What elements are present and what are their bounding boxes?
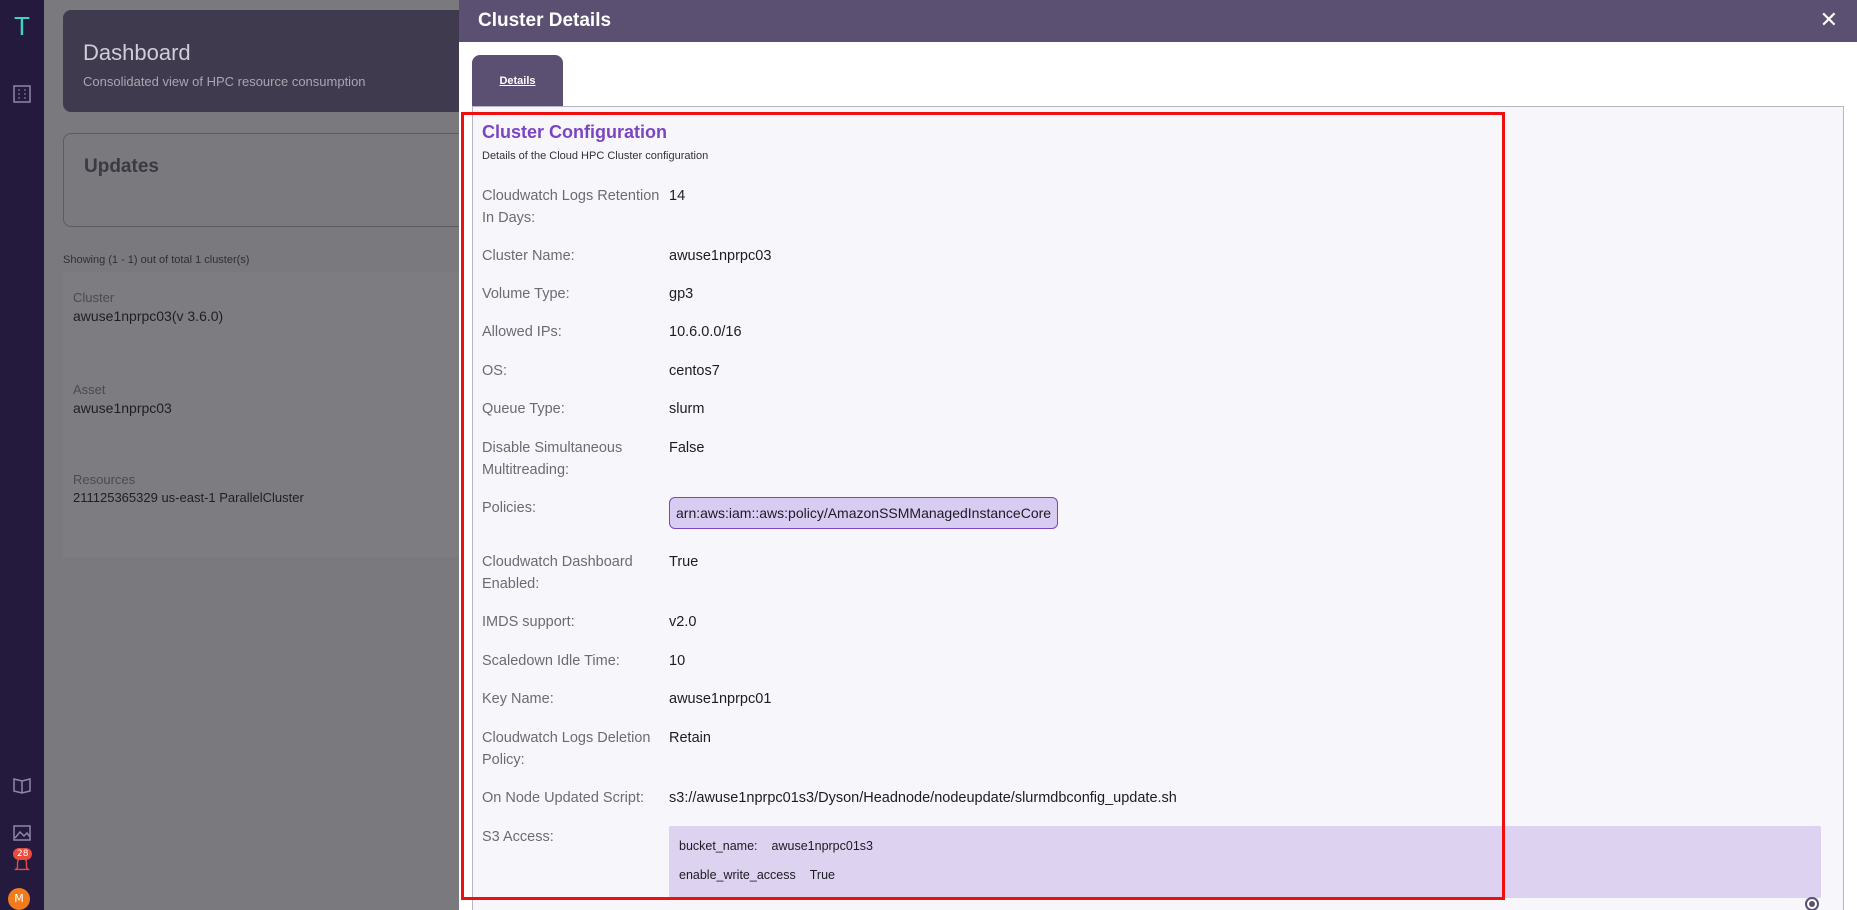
field-value: 10 <box>669 653 686 669</box>
field-value: awuse1nprpc01 <box>669 691 772 707</box>
showing-count: Showing (1 - 1) out of total 1 cluster(s… <box>63 254 250 266</box>
dashboard-card: Dashboard Consolidated view of HPC resou… <box>63 10 483 112</box>
resources-value: 211125365329 us-east-1 ParallelCluster <box>73 490 304 505</box>
field-label: Scaledown Idle Time: <box>482 653 620 669</box>
tab-details[interactable]: Details <box>472 55 563 106</box>
field-label: Cloudwatch Logs Retention In Days: <box>482 188 660 226</box>
field-value: s3://awuse1nprpc01s3/Dyson/Headnode/node… <box>669 790 1177 806</box>
tab-details-label: Details <box>499 74 536 87</box>
field-label: S3 Access: <box>482 829 554 845</box>
field-value: centos7 <box>669 363 720 379</box>
field-label: Key Name: <box>482 691 554 707</box>
asset-label: Asset <box>73 382 106 397</box>
field-label: Cloudwatch Dashboard Enabled: <box>482 554 633 592</box>
book-icon[interactable] <box>6 769 38 801</box>
field-value: gp3 <box>669 286 694 302</box>
s3-bucket-key: bucket_name: <box>679 839 758 853</box>
updates-card: Updates <box>63 133 483 227</box>
section-subtitle: Details of the Cloud HPC Cluster configu… <box>482 150 709 162</box>
field-label: Allowed IPs: <box>482 324 562 340</box>
s3-access-box: bucket_name: awuse1nprpc01s3 enable_write… <box>669 826 1821 898</box>
field-value: True <box>669 554 699 570</box>
field-label: Policies: <box>482 500 536 516</box>
field-label: On Node Updated Script: <box>482 790 645 806</box>
app-logo[interactable]: T <box>6 10 38 42</box>
cluster-value: awuse1nprpc03(v 3.6.0) <box>73 308 224 324</box>
s3-bucket-value: awuse1nprpc01s3 <box>771 839 873 853</box>
dashboard-title: Dashboard <box>83 40 191 65</box>
field-value: slurm <box>669 401 705 417</box>
nav-rail: T 28 M <box>0 0 44 910</box>
s3-write-value: True <box>809 868 835 882</box>
s3-write-key: enable_write_access <box>679 868 796 882</box>
field-value: 10.6.0.0/16 <box>669 324 742 340</box>
avatar[interactable]: M <box>8 888 30 910</box>
drawer-title: Cluster Details <box>478 10 612 31</box>
field-value: awuse1nprpc03 <box>669 248 772 264</box>
dashboard-subtitle: Consolidated view of HPC resource consum… <box>83 74 366 89</box>
building-icon[interactable] <box>6 78 38 110</box>
radio-button[interactable] <box>1805 897 1819 910</box>
field-label: Disable Simultaneous Multitreading: <box>482 440 623 478</box>
resources-label: Resources <box>73 472 136 487</box>
cluster-summary[interactable]: Cluster awuse1nprpc03(v 3.6.0) Asset awu… <box>63 272 483 557</box>
image-icon[interactable] <box>6 817 38 849</box>
close-icon[interactable]: ✕ <box>1820 10 1838 32</box>
field-label: Cluster Name: <box>482 248 575 264</box>
field-value: 14 <box>669 188 686 204</box>
field-label: Cloudwatch Logs Deletion Policy: <box>482 730 651 768</box>
cluster-label: Cluster <box>73 290 115 305</box>
field-value: Retain <box>669 730 711 746</box>
policy-tag[interactable]: arn:aws:iam::aws:policy/AmazonSSMManaged… <box>669 497 1059 529</box>
asset-value: awuse1nprpc03 <box>73 400 172 416</box>
field-label: IMDS support: <box>482 614 575 630</box>
field-value: False <box>669 440 705 456</box>
drawer-header: Cluster Details ✕ <box>459 0 1857 42</box>
updates-title: Updates <box>84 156 159 177</box>
field-label: Queue Type: <box>482 401 565 417</box>
field-label: Volume Type: <box>482 286 570 302</box>
notification-badge: 28 <box>13 848 33 860</box>
field-label: OS: <box>482 363 507 379</box>
field-value: v2.0 <box>669 614 697 630</box>
section-title: Cluster Configuration <box>482 122 667 142</box>
